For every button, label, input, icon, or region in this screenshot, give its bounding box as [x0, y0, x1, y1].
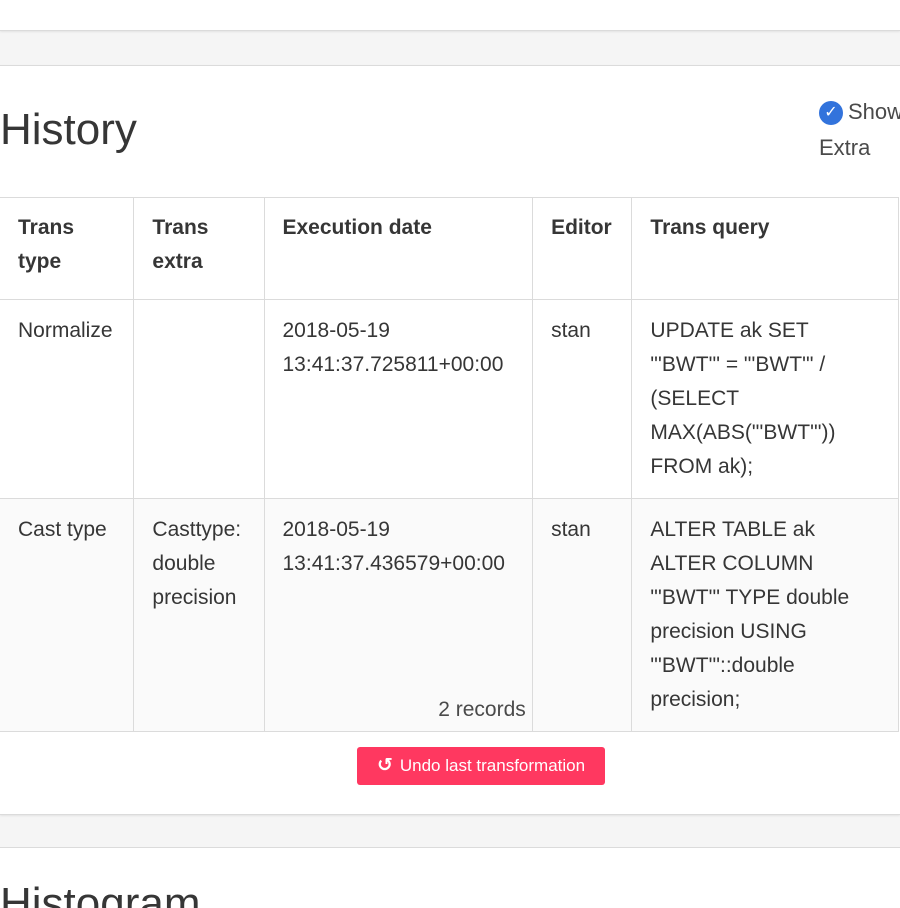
- records-count: 2 records: [438, 698, 526, 721]
- histogram-title: Histogram: [0, 879, 201, 908]
- cell-editor: stan: [532, 498, 633, 732]
- undo-icon: ↺: [376, 755, 393, 776]
- table-row: Cast type Casttype: double precision 201…: [0, 498, 899, 732]
- column-header-trans-extra[interactable]: Trans extra: [133, 197, 265, 300]
- histogram-card: Histogram: [0, 847, 900, 908]
- cell-execution-date: 2018-05-19 13:41:37.725811+00:00: [263, 299, 534, 499]
- column-header-trans-query[interactable]: Trans query: [631, 197, 899, 300]
- cell-trans-extra: [133, 299, 265, 499]
- cell-trans-query: ALTER TABLE ak ALTER COLUMN "'BWT'" TYPE…: [631, 498, 899, 732]
- cell-trans-type: Normalize: [0, 299, 135, 499]
- cell-editor: stan: [532, 299, 633, 499]
- undo-last-transformation-button[interactable]: ↺ Undo last transformation: [357, 747, 605, 785]
- check-circle-icon[interactable]: ✓: [819, 101, 843, 125]
- show-extra-checkbox[interactable]: ✓ Show Extra: [819, 94, 900, 166]
- history-card: History ✓ Show Extra Trans type Trans ext…: [0, 65, 900, 815]
- undo-button-label: Undo last transformation: [399, 756, 586, 775]
- cell-trans-type: Cast type: [0, 498, 135, 732]
- table-header-row: Trans type Trans extra Execution date Ed…: [0, 197, 899, 300]
- table-row: Normalize 2018-05-19 13:41:37.725811+00:…: [0, 299, 899, 499]
- column-header-execution-date[interactable]: Execution date: [263, 197, 534, 300]
- cell-trans-query: UPDATE ak SET "'BWT'" = "'BWT'" / (SELEC…: [631, 299, 899, 499]
- cell-execution-date: 2018-05-19 13:41:37.436579+00:00: [263, 498, 534, 732]
- show-extra-label-first: Show: [848, 99, 900, 124]
- show-extra-label-second: Extra: [819, 135, 871, 160]
- column-header-editor[interactable]: Editor: [532, 197, 633, 300]
- cell-trans-extra: Casttype: double precision: [133, 498, 265, 732]
- top-card-edge: [0, 0, 900, 31]
- history-title: History: [0, 105, 137, 154]
- history-table: Trans type Trans extra Execution date Ed…: [0, 197, 899, 732]
- column-header-trans-type[interactable]: Trans type: [0, 197, 135, 300]
